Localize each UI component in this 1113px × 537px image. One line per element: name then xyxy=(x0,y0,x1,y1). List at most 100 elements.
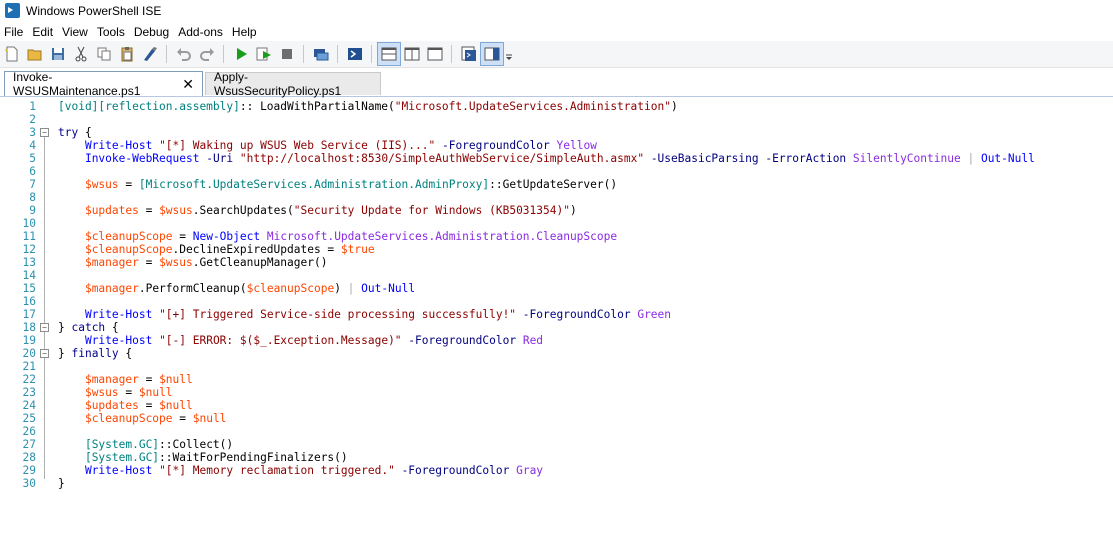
fold-toggle-icon[interactable]: − xyxy=(40,128,49,137)
script-tab-strip: Invoke-WSUSMaintenance.ps1 ✕ Apply-WsusS… xyxy=(0,70,1113,98)
line-number: 23 xyxy=(22,386,36,399)
line-number: 5 xyxy=(29,152,36,165)
menu-debug[interactable]: Debug xyxy=(130,25,174,39)
stop-icon[interactable] xyxy=(276,43,298,65)
run-icon[interactable] xyxy=(230,43,252,65)
line-number: 19 xyxy=(22,334,36,347)
run-selection-icon[interactable] xyxy=(253,43,275,65)
toolbar-separator xyxy=(166,45,167,63)
code-text: $manager.PerformCleanup($cleanupScope) |… xyxy=(84,282,416,295)
menu-file[interactable]: File xyxy=(0,25,28,39)
tab-label: Invoke-WSUSMaintenance.ps1 xyxy=(13,70,141,98)
code-text: [System.GC]::WaitForPendingFinalizers() xyxy=(84,451,348,464)
tab-label: Apply-WsusSecurityPolicy.ps1 xyxy=(214,70,342,98)
copy-icon[interactable] xyxy=(93,43,115,65)
new-icon[interactable] xyxy=(1,43,23,65)
line-number: 4 xyxy=(29,139,36,152)
code-text: } xyxy=(58,477,65,490)
command-addon-icon[interactable] xyxy=(480,42,504,66)
show-script-pane-top-icon[interactable] xyxy=(377,42,401,66)
menu-help[interactable]: Help xyxy=(228,25,262,39)
remote-tab-icon[interactable] xyxy=(310,43,332,65)
line-number: 10 xyxy=(22,217,36,230)
toolbar-separator xyxy=(451,45,452,63)
fold-guide xyxy=(44,137,45,323)
line-number: 28 xyxy=(22,451,36,464)
paste-icon[interactable] xyxy=(116,43,138,65)
fold-guide xyxy=(44,358,45,479)
code-text: $updates = $wsus.SearchUpdates("Security… xyxy=(84,204,577,217)
code-text: $manager = $null xyxy=(84,373,193,386)
line-number: 25 xyxy=(22,412,36,425)
script-editor[interactable]: 1 [void][reflection.assembly]:: LoadWithP… xyxy=(0,97,1113,537)
code-text: $wsus = [Microsoft.UpdateServices.Admini… xyxy=(84,178,618,191)
line-number: 6 xyxy=(29,165,36,178)
code-text: $cleanupScope = New-Object Microsoft.Upd… xyxy=(84,230,618,243)
line-number: 3 xyxy=(29,126,36,139)
line-number: 9 xyxy=(29,204,36,217)
menu-bar: File Edit View Tools Debug Add-ons Help xyxy=(0,23,1113,41)
fold-guide xyxy=(44,332,45,349)
toolbar-separator xyxy=(337,45,338,63)
save-icon[interactable] xyxy=(47,43,69,65)
line-number: 29 xyxy=(22,464,36,477)
code-text: $updates = $null xyxy=(84,399,193,412)
redo-icon[interactable] xyxy=(196,43,218,65)
code-text: $cleanupScope = $null xyxy=(84,412,227,425)
line-number: 21 xyxy=(22,360,36,373)
code-text: try { xyxy=(58,126,92,139)
line-number: 12 xyxy=(22,243,36,256)
toolbar-separator xyxy=(371,45,372,63)
line-number: 16 xyxy=(22,295,36,308)
fold-toggle-icon[interactable]: − xyxy=(40,323,49,332)
code-text: $manager = $wsus.GetCleanupManager() xyxy=(84,256,328,269)
powershell-ise-icon xyxy=(5,3,20,18)
code-text: [System.GC]::Collect() xyxy=(84,438,234,451)
code-text: Invoke-WebRequest -Uri "http://localhost… xyxy=(84,152,1035,165)
line-number: 1 xyxy=(29,100,36,113)
line-number: 15 xyxy=(22,282,36,295)
cut-icon[interactable] xyxy=(70,43,92,65)
clear-console-icon[interactable] xyxy=(139,43,161,65)
menu-addons[interactable]: Add-ons xyxy=(174,25,228,39)
code-text: $cleanupScope.DeclineExpiredUpdates = $t… xyxy=(84,243,375,256)
show-script-pane-max-icon[interactable] xyxy=(424,43,446,65)
line-number: 7 xyxy=(29,178,36,191)
code-text: Write-Host "[+] Triggered Service-side p… xyxy=(84,308,672,321)
menu-edit[interactable]: Edit xyxy=(28,25,58,39)
menu-view[interactable]: View xyxy=(58,25,93,39)
toolbar-separator xyxy=(223,45,224,63)
code-text: Write-Host "[*] Memory reclamation trigg… xyxy=(84,464,544,477)
show-script-pane-right-icon[interactable] xyxy=(401,43,423,65)
toolbar-overflow-icon[interactable] xyxy=(504,43,514,65)
code-text: Write-Host "[*] Waking up WSUS Web Servi… xyxy=(84,139,597,152)
line-number: 11 xyxy=(22,230,36,243)
line-number: 22 xyxy=(22,373,36,386)
command-window-icon[interactable] xyxy=(458,43,480,65)
line-number: 8 xyxy=(29,191,36,204)
tab-apply-wsussecuritypolicy[interactable]: Apply-WsusSecurityPolicy.ps1 xyxy=(205,70,381,98)
window-title: Windows PowerShell ISE xyxy=(26,3,162,18)
code-text: } catch { xyxy=(58,321,119,334)
close-tab-icon[interactable]: ✕ xyxy=(182,77,194,91)
line-number: 24 xyxy=(22,399,36,412)
line-number: 2 xyxy=(29,113,36,126)
line-number: 20 xyxy=(22,347,36,360)
code-text: Write-Host "[-] ERROR: $($_.Exception.Me… xyxy=(84,334,544,347)
line-number: 14 xyxy=(22,269,36,282)
undo-icon[interactable] xyxy=(173,43,195,65)
open-icon[interactable] xyxy=(24,43,46,65)
toolbar-separator xyxy=(303,45,304,63)
powershell-console-icon[interactable] xyxy=(344,43,366,65)
tab-invoke-wsusmaintenance[interactable]: Invoke-WSUSMaintenance.ps1 ✕ xyxy=(4,70,203,98)
line-number: 26 xyxy=(22,425,36,438)
code-text: $wsus = $null xyxy=(84,386,173,399)
menu-tools[interactable]: Tools xyxy=(93,25,130,39)
line-number: 27 xyxy=(22,438,36,451)
line-number: 13 xyxy=(22,256,36,269)
line-number: 17 xyxy=(22,308,36,321)
code-text: } finally { xyxy=(58,347,133,360)
line-number: 18 xyxy=(22,321,36,334)
fold-toggle-icon[interactable]: − xyxy=(40,349,49,358)
code-text: [void][reflection.assembly]:: LoadWithPa… xyxy=(58,100,678,113)
